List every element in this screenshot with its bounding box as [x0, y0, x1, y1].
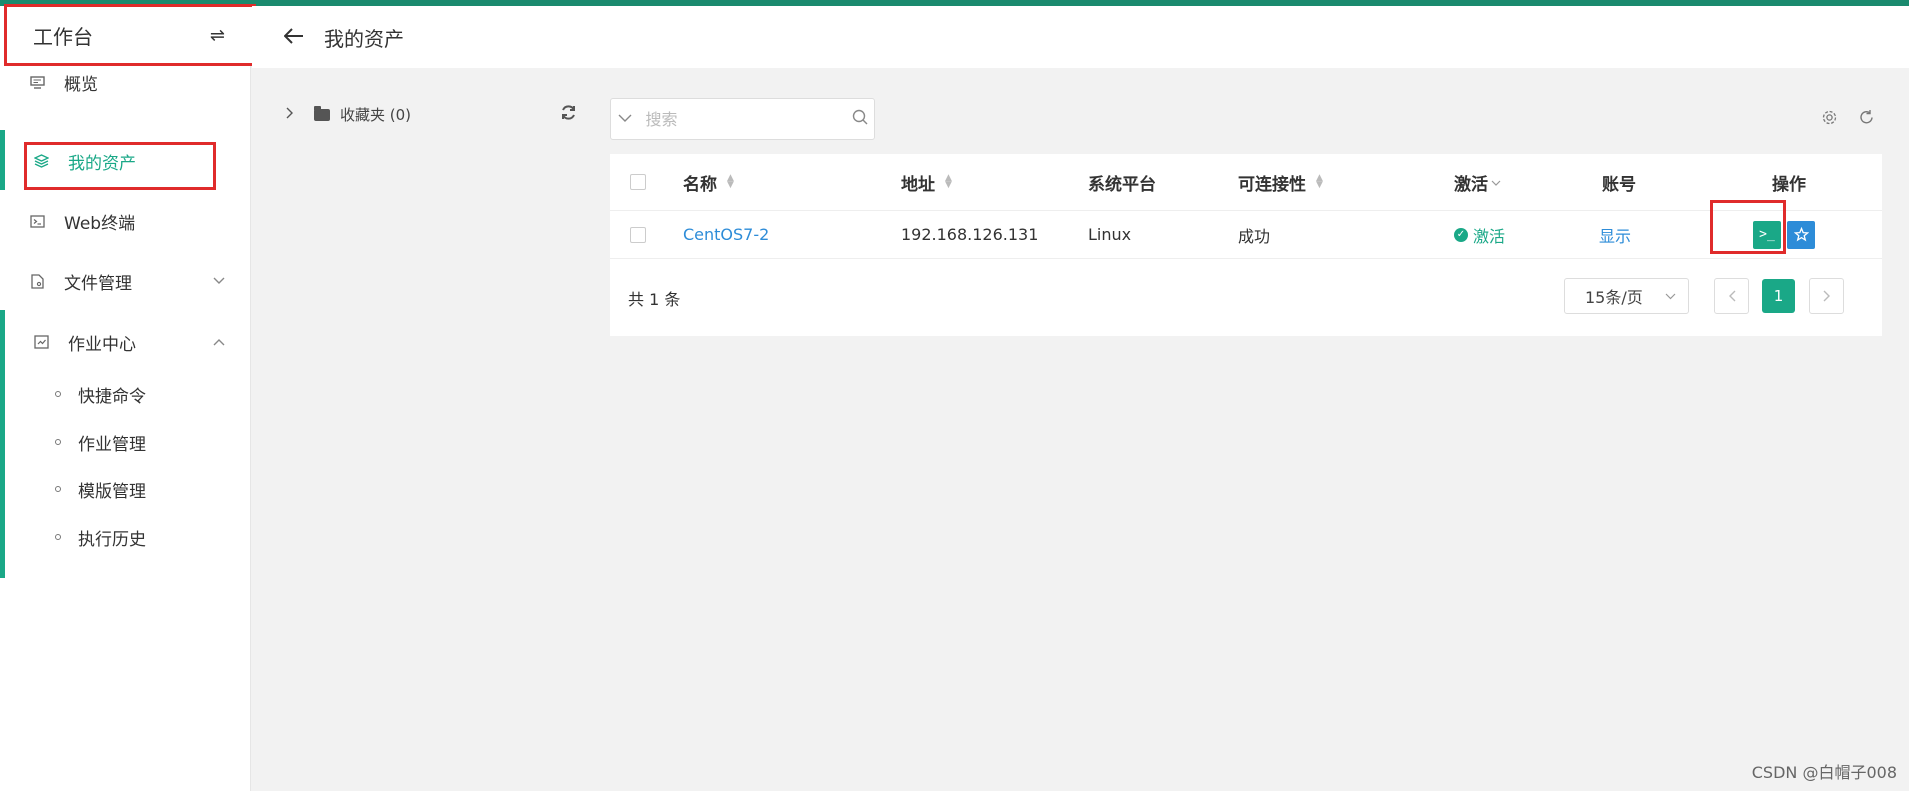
favorites-tree-node[interactable]: 收藏夹 (0) — [286, 104, 411, 125]
highlight-box-my-assets — [24, 142, 216, 190]
sync-icon[interactable] — [560, 104, 577, 126]
monitor-icon — [28, 75, 46, 89]
search-icon[interactable] — [846, 109, 875, 129]
terminal-icon — [28, 214, 46, 228]
assets-table-card: 名称 ▲ ▼ 地址 ▲ ▼ 系统平台 可连接性 ▲ ▼ 激活 账号 操作 CentOS… — [610, 154, 1882, 336]
asset-platform: Linux — [1088, 225, 1132, 244]
watermark: CSDN @白帽子008 — [1751, 763, 1897, 782]
bullet-icon — [55, 439, 61, 445]
table-header: 名称 ▲ ▼ 地址 ▲ ▼ 系统平台 可连接性 ▲ ▼ 激活 账号 操作 — [610, 154, 1882, 211]
workspace-header[interactable]: 工作台 ⇌ — [4, 4, 256, 66]
sidebar: 概览 我的资产 Web终端 文件管理 作业中心 快捷命令 作业管理 模版管理 执… — [0, 6, 251, 791]
filter-chevron-icon[interactable] — [1491, 172, 1501, 192]
page-size-select[interactable]: 15条/页 — [1564, 278, 1689, 314]
gear-icon[interactable] — [1821, 109, 1838, 131]
sort-icon[interactable]: ▲ ▼ — [727, 174, 734, 190]
show-account-link[interactable]: 显示 — [1599, 223, 1631, 247]
total-count: 共 1 条 — [628, 290, 681, 309]
select-all-checkbox[interactable] — [630, 174, 646, 190]
bullet-icon — [55, 391, 61, 397]
page-title: 我的资产 — [324, 26, 404, 51]
column-header-connectivity[interactable]: 可连接性 ▲ ▼ — [1238, 170, 1323, 195]
sort-icon[interactable]: ▲ ▼ — [945, 174, 952, 190]
back-arrow-icon[interactable] — [283, 25, 304, 50]
column-header-activation[interactable]: 激活 — [1454, 170, 1501, 195]
current-page[interactable]: 1 — [1762, 279, 1795, 313]
asset-connectivity: 成功 — [1238, 226, 1271, 246]
table-toolbar — [1821, 109, 1875, 131]
search-input[interactable] — [639, 100, 846, 138]
bullet-icon — [55, 486, 61, 492]
folder-icon — [314, 105, 330, 121]
chevron-down-icon[interactable] — [611, 111, 640, 127]
submenu-item-quick-commands[interactable]: 快捷命令 — [0, 371, 251, 417]
sidebar-item-web-terminal[interactable]: Web终端 — [0, 191, 251, 251]
asset-name-link[interactable]: CentOS7-2 — [683, 225, 769, 244]
row-checkbox[interactable] — [630, 226, 646, 243]
column-header-name[interactable]: 名称 ▲ ▼ — [683, 170, 734, 195]
search-box[interactable] — [610, 98, 875, 140]
bullet-icon — [55, 534, 61, 540]
column-header-platform: 系统平台 — [1088, 174, 1156, 195]
chevron-down-icon — [213, 273, 225, 289]
job-icon — [32, 335, 50, 349]
highlight-box-terminal-button — [1710, 200, 1786, 254]
submenu-item-job-management[interactable]: 作业管理 — [0, 419, 251, 465]
sidebar-item-label: 作业中心 — [68, 334, 136, 355]
check-circle-icon: ✓ — [1454, 227, 1468, 242]
page-header: 我的资产 — [252, 6, 1909, 68]
column-header-address[interactable]: 地址 ▲ ▼ — [901, 170, 952, 195]
sidebar-item-label: 概览 — [64, 74, 98, 95]
file-icon — [28, 273, 46, 289]
refresh-icon[interactable] — [1858, 109, 1875, 131]
chevron-down-icon — [1665, 289, 1676, 303]
sidebar-item-label: 文件管理 — [64, 273, 132, 294]
workspace-title: 工作台 — [33, 24, 93, 49]
sidebar-item-job-center[interactable]: 作业中心 — [0, 312, 251, 372]
asset-address: 192.168.126.131 — [901, 225, 1039, 244]
submenu-item-template-management[interactable]: 模版管理 — [0, 466, 251, 512]
swap-icon[interactable]: ⇌ — [210, 25, 225, 46]
column-header-actions: 操作 — [1772, 174, 1806, 195]
prev-page-button[interactable] — [1714, 278, 1749, 314]
column-header-account: 账号 — [1602, 174, 1636, 195]
sort-icon[interactable]: ▲ ▼ — [1316, 174, 1323, 190]
sidebar-item-label: Web终端 — [64, 213, 136, 234]
chevron-right-icon[interactable] — [286, 107, 294, 123]
sidebar-item-file-management[interactable]: 文件管理 — [0, 251, 251, 311]
favorite-star-button[interactable] — [1787, 220, 1815, 249]
activation-status: ✓ 激活 — [1454, 223, 1505, 247]
chevron-up-icon — [213, 334, 225, 350]
favorites-label: 收藏夹 (0) — [340, 106, 412, 124]
table-row: CentOS7-2 192.168.126.131 Linux 成功 ✓ 激活 … — [610, 211, 1882, 259]
next-page-button[interactable] — [1809, 278, 1844, 314]
submenu-item-execution-history[interactable]: 执行历史 — [0, 514, 251, 560]
